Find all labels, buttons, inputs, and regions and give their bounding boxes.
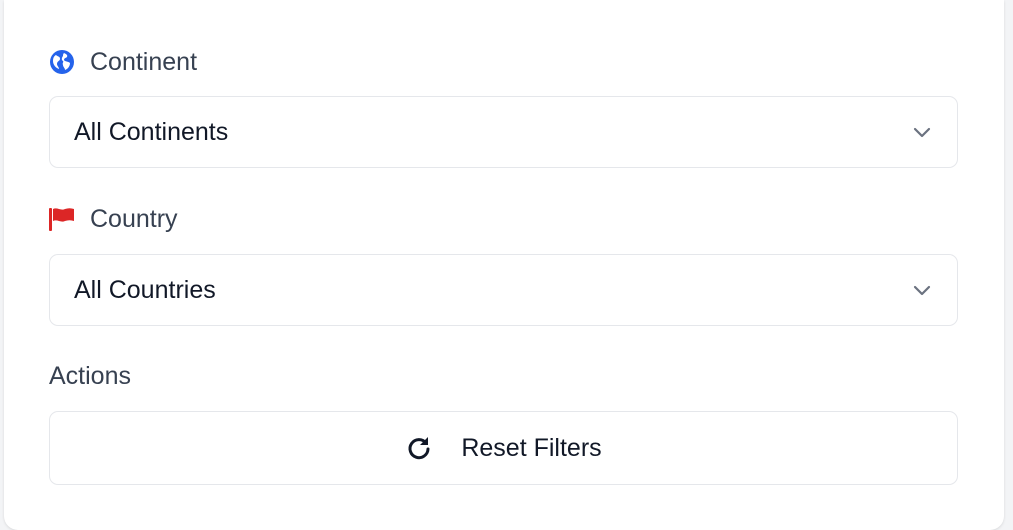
chevron-down-icon [911, 279, 933, 301]
continent-label-text: Continent [90, 47, 198, 76]
continent-select-value: All Continents [74, 117, 229, 146]
country-label: Country [48, 203, 178, 235]
refresh-icon [405, 434, 433, 462]
reset-filters-label: Reset Filters [461, 433, 602, 462]
country-select-value: All Countries [74, 275, 216, 304]
country-label-text: Country [90, 204, 178, 233]
continent-label: Continent [48, 46, 197, 78]
country-select[interactable]: All Countries [49, 254, 958, 326]
reset-filters-button[interactable]: Reset Filters [49, 411, 958, 485]
chevron-down-icon [911, 121, 933, 143]
continent-select[interactable]: All Continents [49, 96, 958, 168]
filter-panel: Continent All Continents Country All Cou… [4, 0, 1004, 530]
globe-icon [48, 48, 76, 76]
actions-label: Actions [49, 362, 131, 390]
flag-icon [48, 205, 76, 233]
